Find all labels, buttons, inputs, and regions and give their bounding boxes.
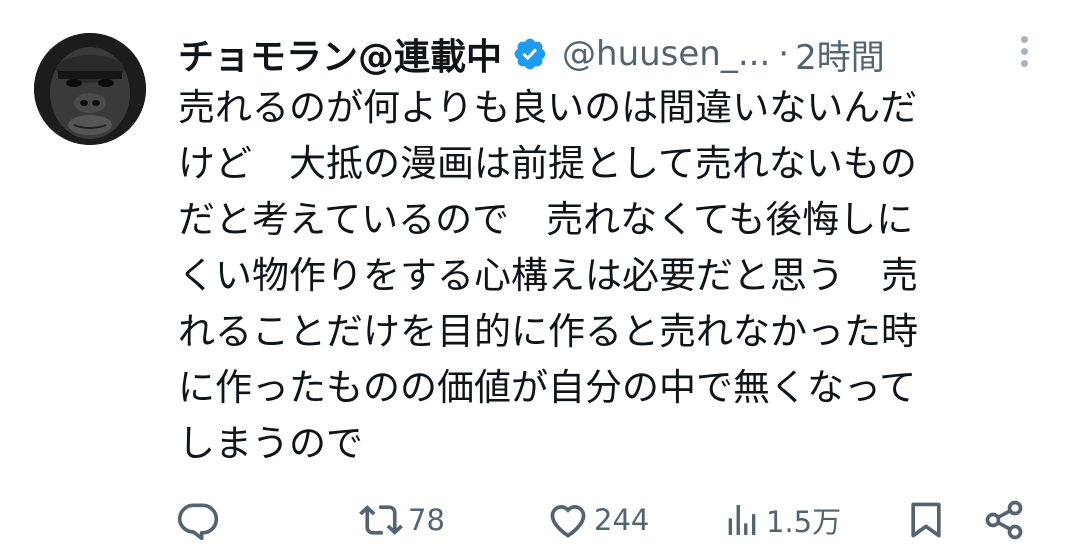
views-icon: [728, 505, 756, 535]
more-options-icon[interactable]: [1014, 36, 1034, 72]
tweet-text-line: れることだけを目的に作ると売れなかった時: [178, 310, 918, 353]
reply-button[interactable]: [176, 495, 220, 545]
user-handle[interactable]: @huusen_...: [562, 34, 770, 74]
tweet-text-line: に作ったものの価値が自分の中で無くなって: [178, 366, 917, 409]
tweet-text-line: だと考えているので 売れなくても後悔しに: [178, 198, 914, 241]
views-count: 1.5万: [766, 505, 842, 539]
tweet-text-line: しまうので: [178, 422, 363, 465]
share-button[interactable]: [982, 495, 1026, 545]
heart-icon: [550, 505, 586, 538]
views-button[interactable]: 1.5万: [722, 495, 841, 545]
avatar[interactable]: [34, 33, 146, 145]
tweet: チョモラン@連載中 @huusen_... · 2時間 売れるのが何よりも良いの…: [0, 0, 1080, 558]
tweet-text: 売れるのが何よりも良いのは間違いないんだ けど 大抵の漫画は前提として売れないも…: [178, 80, 1028, 472]
verified-badge-icon: [512, 36, 548, 72]
tweet-text-line: くい物作りをする心構えは必要だと思う 売: [178, 254, 918, 297]
timestamp[interactable]: 2時間: [795, 30, 885, 79]
retweet-count: 78: [408, 503, 445, 537]
retweet-icon: [359, 505, 403, 535]
tweet-text-line: けど 大抵の漫画は前提として売れないもの: [178, 142, 917, 185]
bookmark-button[interactable]: [904, 495, 948, 545]
bookmark-icon: [911, 502, 941, 538]
retweet-button[interactable]: 78: [358, 495, 445, 545]
like-button[interactable]: 244: [546, 495, 649, 545]
tweet-text-line: 売れるのが何よりも良いのは間違いないんだ: [178, 86, 918, 129]
gorilla-avatar-image: [34, 33, 146, 145]
header-separator: ·: [778, 34, 790, 74]
like-count: 244: [594, 503, 650, 537]
tweet-header: チョモラン@連載中 @huusen_... · 2時間: [178, 26, 885, 82]
share-icon: [985, 500, 1023, 540]
action-bar: 78 244 1.5万: [0, 495, 1080, 545]
display-name[interactable]: チョモラン@連載中: [178, 28, 502, 80]
reply-icon: [177, 503, 219, 541]
